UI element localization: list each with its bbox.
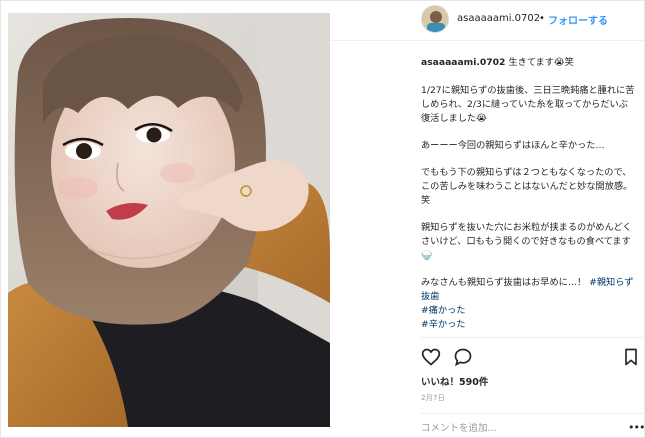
caption: asaaaaami.0702 生きてます😭笑 1/27に親知らずの抜歯後、三日三晩… bbox=[421, 56, 636, 340]
likes-count[interactable]: いいね！590件 bbox=[421, 374, 488, 388]
hashtag-link[interactable]: #辛かった bbox=[421, 318, 636, 332]
post-photo[interactable] bbox=[8, 13, 330, 427]
post-header: asaaaaami.0702 • フォローする bbox=[330, 1, 645, 41]
header-separator: • bbox=[539, 13, 545, 24]
avatar-image bbox=[422, 6, 448, 32]
caption-username[interactable]: asaaaaami.0702 bbox=[421, 57, 505, 68]
divider bbox=[421, 413, 645, 414]
heart-icon bbox=[421, 348, 441, 366]
comment-button[interactable] bbox=[453, 347, 473, 367]
post-date[interactable]: 2月7日 bbox=[421, 393, 445, 403]
bookmark-icon bbox=[625, 348, 637, 366]
caption-paragraph: 1/27に親知らずの抜歯後、三日三晩鈍痛と腫れに苦しめられ、2/3に縫っていた糸… bbox=[421, 85, 635, 124]
header-username[interactable]: asaaaaami.0702 bbox=[457, 13, 540, 24]
caption-closing-text: みなさんも親知らず抜歯はお早めに…！ bbox=[421, 277, 587, 288]
caption-paragraph: でももう下の親知らずは２つともなくなったので、この苦しみを味わうことはないんだと… bbox=[421, 167, 633, 206]
avatar[interactable] bbox=[421, 5, 449, 33]
instagram-post: asaaaaami.0702 • フォローする asaaaaami.0702 生き… bbox=[0, 0, 645, 438]
caption-first-line: asaaaaami.0702 生きてます😭笑 bbox=[421, 56, 636, 70]
post-panel: asaaaaami.0702 • フォローする asaaaaami.0702 生き… bbox=[330, 1, 645, 438]
divider bbox=[421, 337, 645, 338]
caption-closing: みなさんも親知らず抜歯はお早めに…！ #親知らず抜歯 #痛かった #辛かった bbox=[421, 276, 636, 332]
caption-paragraph: 親知らずを抜いた穴にお米粒が挟まるのがめんどくさいけど、口ももう開くので好きなも… bbox=[421, 222, 632, 261]
selfie-image bbox=[8, 13, 330, 427]
like-button[interactable] bbox=[421, 347, 441, 367]
save-button[interactable] bbox=[621, 347, 641, 367]
more-options-button[interactable]: ••• bbox=[628, 421, 645, 434]
caption-first-text: 生きてます😭笑 bbox=[508, 57, 574, 68]
action-bar bbox=[421, 347, 637, 367]
follow-button[interactable]: フォローする bbox=[548, 12, 608, 27]
comment-icon bbox=[454, 348, 472, 367]
caption-paragraph: あーーー今回の親知らずはほんと辛かった… bbox=[421, 140, 605, 151]
hashtag-link[interactable]: #痛かった bbox=[421, 304, 636, 318]
comment-input[interactable] bbox=[421, 421, 621, 435]
